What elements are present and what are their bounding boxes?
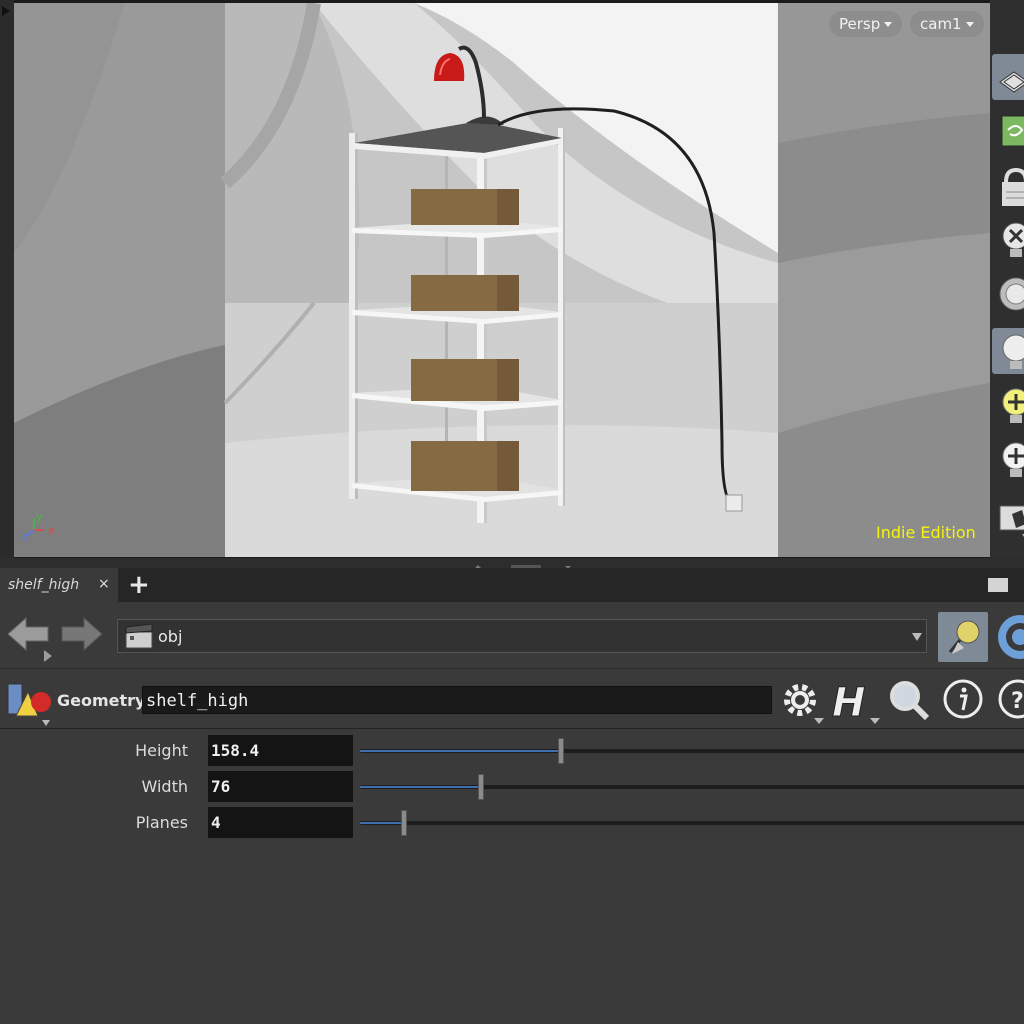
forward-arrow-icon[interactable] [60,614,106,658]
height-field[interactable]: 158.4 [208,735,353,766]
info-icon[interactable] [940,676,990,726]
chevron-down-icon [884,22,893,27]
no-lights-button[interactable] [992,216,1024,262]
lock-button[interactable] [992,162,1024,208]
node-type-label: Geometry [57,691,146,710]
headlight-icon [999,277,1024,311]
tab-label: shelf_high [8,577,80,593]
scene-render[interactable] [14,3,990,557]
help-icon[interactable]: ? [996,676,1024,726]
slider-track [360,821,1024,825]
axis-gizmo-icon: y x z [22,510,55,542]
rotate-view-button[interactable] [992,108,1024,154]
shading-button[interactable] [992,496,1024,542]
add-tab-button[interactable]: + [128,570,150,600]
pane-tab-bar: shelf_high × + [0,568,1024,602]
gear-icon[interactable] [776,678,826,726]
add-light-button[interactable] [992,382,1024,428]
slider-fill [360,822,404,824]
scene-viewport[interactable]: Persp cam1 y x z Indie Edition [0,0,990,558]
add-light-icon [1002,388,1024,423]
add-light-high-button[interactable] [992,436,1024,482]
add-light-high-icon [1002,442,1024,477]
node-name-field[interactable]: shelf_high [142,686,772,714]
headlight-button[interactable] [992,270,1024,316]
pin-button[interactable] [938,612,988,662]
chevron-down-icon [965,22,974,27]
planes-value: 4 [211,813,221,832]
planes-label: Planes [135,813,188,832]
parameter-list: Height 158.4 Width 76 Planes 4 [0,730,1024,1024]
display-options-icon [999,71,1024,93]
height-slider[interactable] [360,735,1024,766]
camera-button[interactable]: cam1 [910,11,984,37]
axis-z-label: z [22,530,28,542]
width-value: 76 [211,777,231,796]
houdini-help-icon[interactable]: H [830,676,880,726]
clapboard-icon [125,623,153,649]
geometry-node-icon [7,683,51,726]
tab-shelf-high[interactable]: shelf_high × [0,568,118,602]
target-icon[interactable] [994,612,1024,662]
edition-label: Indie Edition [876,523,976,542]
planes-field[interactable]: 4 [208,807,353,838]
width-label: Width [141,777,188,796]
back-arrow-icon[interactable] [4,614,54,664]
view-mode-label: Persp [839,15,881,33]
network-path-field[interactable]: obj [117,619,927,653]
viewport-tool-column [990,0,1024,558]
display-options-button[interactable] [992,54,1024,100]
viewport-left-strip[interactable] [0,0,14,558]
slider-fill [360,786,481,788]
slider-handle[interactable] [401,810,407,836]
normal-light-icon [1002,334,1024,369]
normal-light-button[interactable] [992,328,1024,374]
node-name-value: shelf_high [146,691,249,711]
path-bar: obj [0,602,1024,669]
height-value: 158.4 [211,741,260,760]
slider-handle[interactable] [478,774,484,800]
camera-label: cam1 [920,15,962,33]
parameter-header: Geometry shelf_high H ? [0,672,1024,729]
axis-x-label: x [48,524,55,537]
view-mode-button[interactable]: Persp [829,11,903,37]
height-label: Height [135,741,188,760]
planes-slider[interactable] [360,807,1024,838]
pin-icon [948,620,980,654]
network-path-text: obj [158,627,183,646]
search-icon[interactable] [885,676,935,726]
expand-arrow-icon[interactable] [2,6,10,16]
svg-text:?: ? [1011,689,1024,714]
no-lights-icon [1002,222,1024,257]
tab-close-icon[interactable]: × [98,576,110,592]
slider-fill [360,750,561,752]
rotate-view-icon [1001,115,1024,147]
svg-text:H: H [832,680,865,726]
axis-y-label: y [36,510,43,523]
slider-handle[interactable] [558,738,564,764]
width-field[interactable]: 76 [208,771,353,802]
width-slider[interactable] [360,771,1024,802]
lock-icon [1002,167,1024,206]
chevron-down-icon[interactable] [912,633,922,641]
shading-icon [999,505,1024,537]
pane-menu-icon[interactable] [988,578,1008,592]
pane-splitter[interactable] [0,558,1024,570]
